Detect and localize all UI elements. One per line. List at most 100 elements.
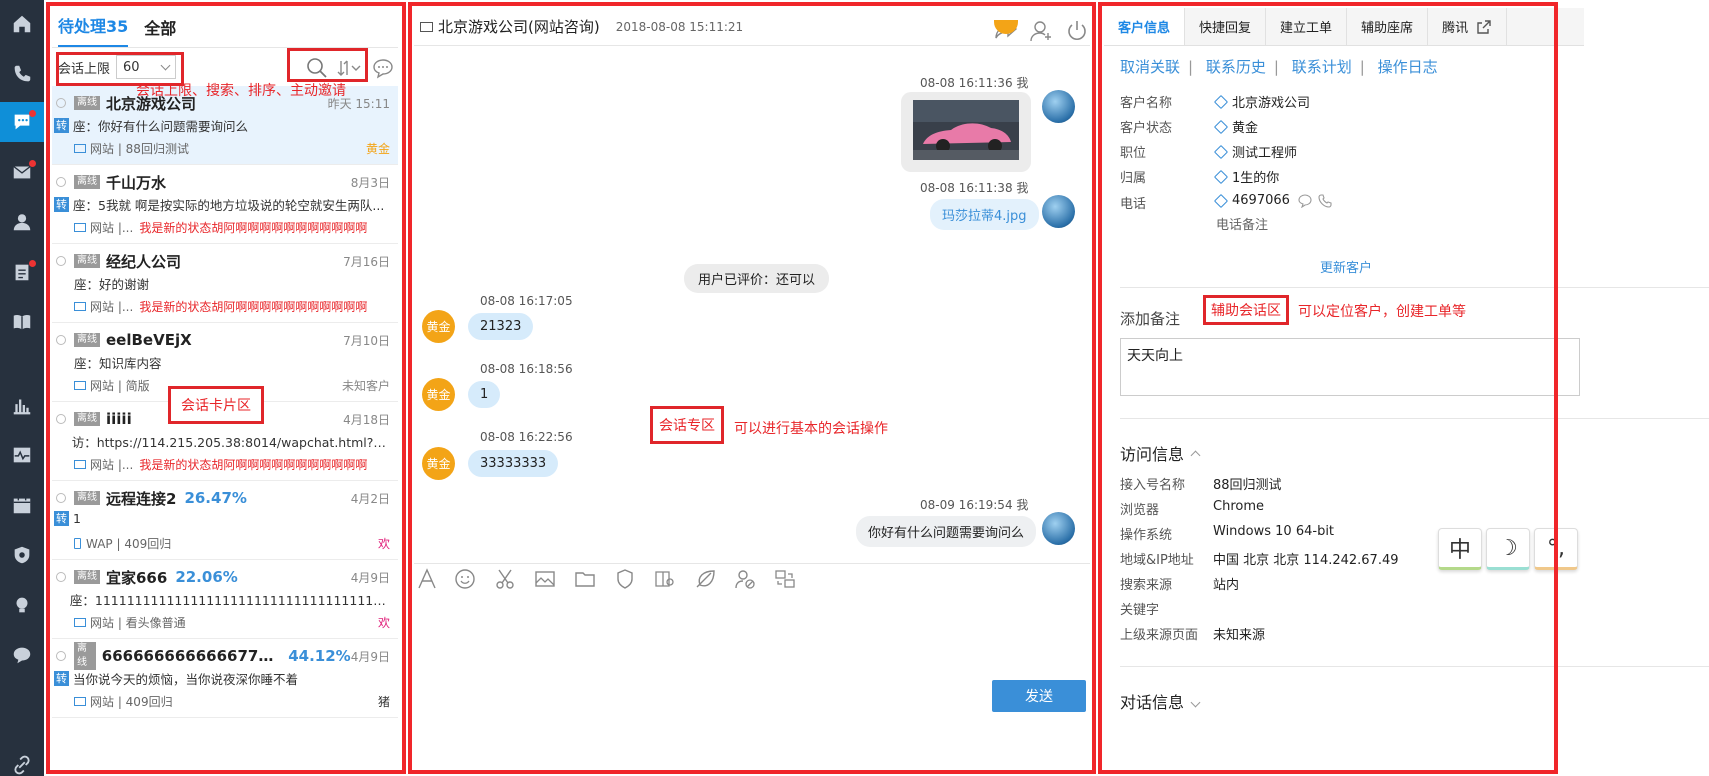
- update-customer-link[interactable]: 更新客户: [1320, 257, 1372, 276]
- sms-icon[interactable]: [1298, 193, 1312, 208]
- image-icon[interactable]: [534, 568, 556, 590]
- select-radio[interactable]: [56, 572, 66, 582]
- send-button[interactable]: 发送: [992, 680, 1086, 712]
- message-input[interactable]: [414, 596, 1090, 678]
- visit-row: 关键字: [1120, 603, 1160, 618]
- customer-level: 猪: [377, 695, 390, 709]
- history-link[interactable]: 联系历史: [1206, 58, 1266, 76]
- phone-icon[interactable]: [0, 54, 44, 94]
- unlink-link[interactable]: 取消关联: [1120, 58, 1180, 76]
- visit-info-title[interactable]: 访问信息: [1120, 441, 1201, 465]
- avatar-gold: 黄金: [422, 378, 455, 411]
- add-user-icon[interactable]: [1030, 20, 1054, 42]
- last-message: 座：11111111111111111111111111111111111111…: [69, 593, 390, 608]
- edit-icon[interactable]: [1213, 169, 1229, 184]
- sort-icon[interactable]: [336, 58, 362, 78]
- home-icon[interactable]: [0, 4, 44, 44]
- main-nav: [0, 0, 44, 776]
- tab-assist-seat[interactable]: 辅助座席: [1347, 8, 1429, 45]
- select-radio[interactable]: [56, 651, 66, 661]
- last-message: 当你说今天的烦恼，当你说夜深你睡不着: [73, 672, 299, 687]
- plan-link[interactable]: 联系计划: [1292, 58, 1352, 76]
- chevron-down-icon: [160, 60, 171, 71]
- comment-icon[interactable]: [0, 635, 44, 675]
- switch-icon[interactable]: [774, 568, 796, 590]
- tab-create-ticket[interactable]: 建立工单: [1266, 8, 1348, 45]
- external-link-icon[interactable]: [1476, 19, 1492, 35]
- invite-icon[interactable]: [372, 57, 394, 79]
- font-icon[interactable]: [416, 568, 438, 590]
- user-block-icon[interactable]: [734, 568, 756, 590]
- dialog-info-title[interactable]: 对话信息: [1120, 689, 1201, 713]
- channel-info: 网站 | 看头像普通: [90, 616, 186, 630]
- select-radio[interactable]: [56, 98, 66, 108]
- field-owner: 归属 1生的你: [1120, 169, 1280, 186]
- channel-info: WAP | 409回归: [86, 537, 172, 551]
- select-radio[interactable]: [56, 493, 66, 503]
- select-radio[interactable]: [56, 177, 66, 187]
- session-card[interactable]: 离线 远程连接2 26.47% 4月2日转 1 WAP | 409回归 欢: [52, 481, 398, 560]
- transfer-badge: 转: [54, 118, 69, 133]
- session-card[interactable]: 离线 66666666666667777777... 44.12%4月9日转当你说今…: [52, 639, 398, 718]
- scissors-icon[interactable]: [494, 568, 516, 590]
- search-icon[interactable]: [306, 57, 328, 79]
- session-card[interactable]: 离线 宜家666 22.06% 4月9日 座：111111111111111111111…: [52, 560, 398, 639]
- status-text: 我是新的状态胡阿啊啊啊啊啊啊啊啊啊啊啊: [139, 458, 368, 472]
- tab-customer-info[interactable]: 客户信息: [1104, 8, 1186, 45]
- select-radio[interactable]: [56, 414, 66, 424]
- phone-device-icon: [74, 538, 81, 549]
- select-radio[interactable]: [56, 335, 66, 345]
- edit-icon[interactable]: [1213, 193, 1229, 208]
- file-message[interactable]: 玛莎拉蒂4.jpg: [930, 199, 1039, 230]
- shield-icon[interactable]: [0, 535, 44, 575]
- bulb-icon[interactable]: [0, 585, 44, 625]
- user-icon[interactable]: [0, 202, 44, 242]
- tab-tencent[interactable]: 腾讯: [1428, 8, 1508, 45]
- session-date: 7月10日: [343, 333, 390, 348]
- pc-device-icon: [74, 460, 86, 469]
- message-bubble: 1: [468, 381, 501, 408]
- edit-icon[interactable]: [1213, 94, 1229, 109]
- edit-icon[interactable]: [1213, 119, 1229, 134]
- chat-icon[interactable]: [0, 102, 44, 142]
- leaf-icon[interactable]: [694, 568, 716, 590]
- image-message[interactable]: [901, 92, 1031, 172]
- message-bubble: 33333333: [468, 450, 559, 477]
- tab-pending[interactable]: 待处理35: [58, 13, 129, 47]
- clipboard-icon[interactable]: [0, 252, 44, 292]
- calendar-icon[interactable]: [0, 485, 44, 525]
- pulse-icon[interactable]: [0, 435, 44, 475]
- ime-chinese-button[interactable]: 中: [1438, 528, 1482, 570]
- session-card[interactable]: 离线 千山万水 8月3日转座：5我就 啊是按实际的地方垃圾说的轮空就安生两队... 网…: [52, 165, 398, 244]
- bar-chart-icon[interactable]: [0, 385, 44, 425]
- session-card[interactable]: 离线 经纪人公司 7月16日 座：好的谢谢 网站 |... 我是新的状态胡阿啊啊啊啊啊啊啊…: [52, 244, 398, 323]
- limit-select[interactable]: 60: [116, 55, 177, 79]
- power-icon[interactable]: [1066, 20, 1088, 42]
- mail-icon[interactable]: [0, 152, 44, 192]
- limit-label: 会话上限: [58, 61, 111, 77]
- folder-icon[interactable]: [574, 568, 596, 590]
- phone-note[interactable]: 电话备注: [1216, 214, 1268, 233]
- last-message: 座：好的谢谢: [74, 277, 150, 292]
- emoji-icon[interactable]: [454, 568, 476, 590]
- badge-icon[interactable]: [614, 568, 636, 590]
- select-radio[interactable]: [56, 256, 66, 266]
- pc-device-icon: [74, 223, 86, 232]
- toolbar-note: 会话上限、搜索、排序、主动邀请: [136, 83, 346, 99]
- tab-quick-reply[interactable]: 快捷回复: [1185, 8, 1267, 45]
- monitor-icon: [420, 21, 433, 32]
- chat-panel: 北京游戏公司(网站咨询) 2018-08-08 15:11:21 08-08 1…: [414, 8, 1090, 772]
- knowledge-icon[interactable]: [654, 568, 676, 590]
- edit-icon[interactable]: [1213, 144, 1229, 159]
- link-icon[interactable]: [0, 745, 44, 776]
- call-icon[interactable]: [1318, 193, 1332, 208]
- car-image[interactable]: [913, 100, 1019, 160]
- offline-badge: 离线: [74, 570, 100, 584]
- book-icon[interactable]: [0, 302, 44, 342]
- tab-all[interactable]: 全部: [144, 15, 176, 47]
- ime-moon-button[interactable]: ☽: [1486, 528, 1530, 570]
- message-bubble: 21323: [468, 313, 534, 340]
- note-textarea[interactable]: 天天向上: [1120, 338, 1580, 396]
- log-link[interactable]: 操作日志: [1378, 58, 1438, 76]
- ime-punct-button[interactable]: °,: [1534, 528, 1578, 570]
